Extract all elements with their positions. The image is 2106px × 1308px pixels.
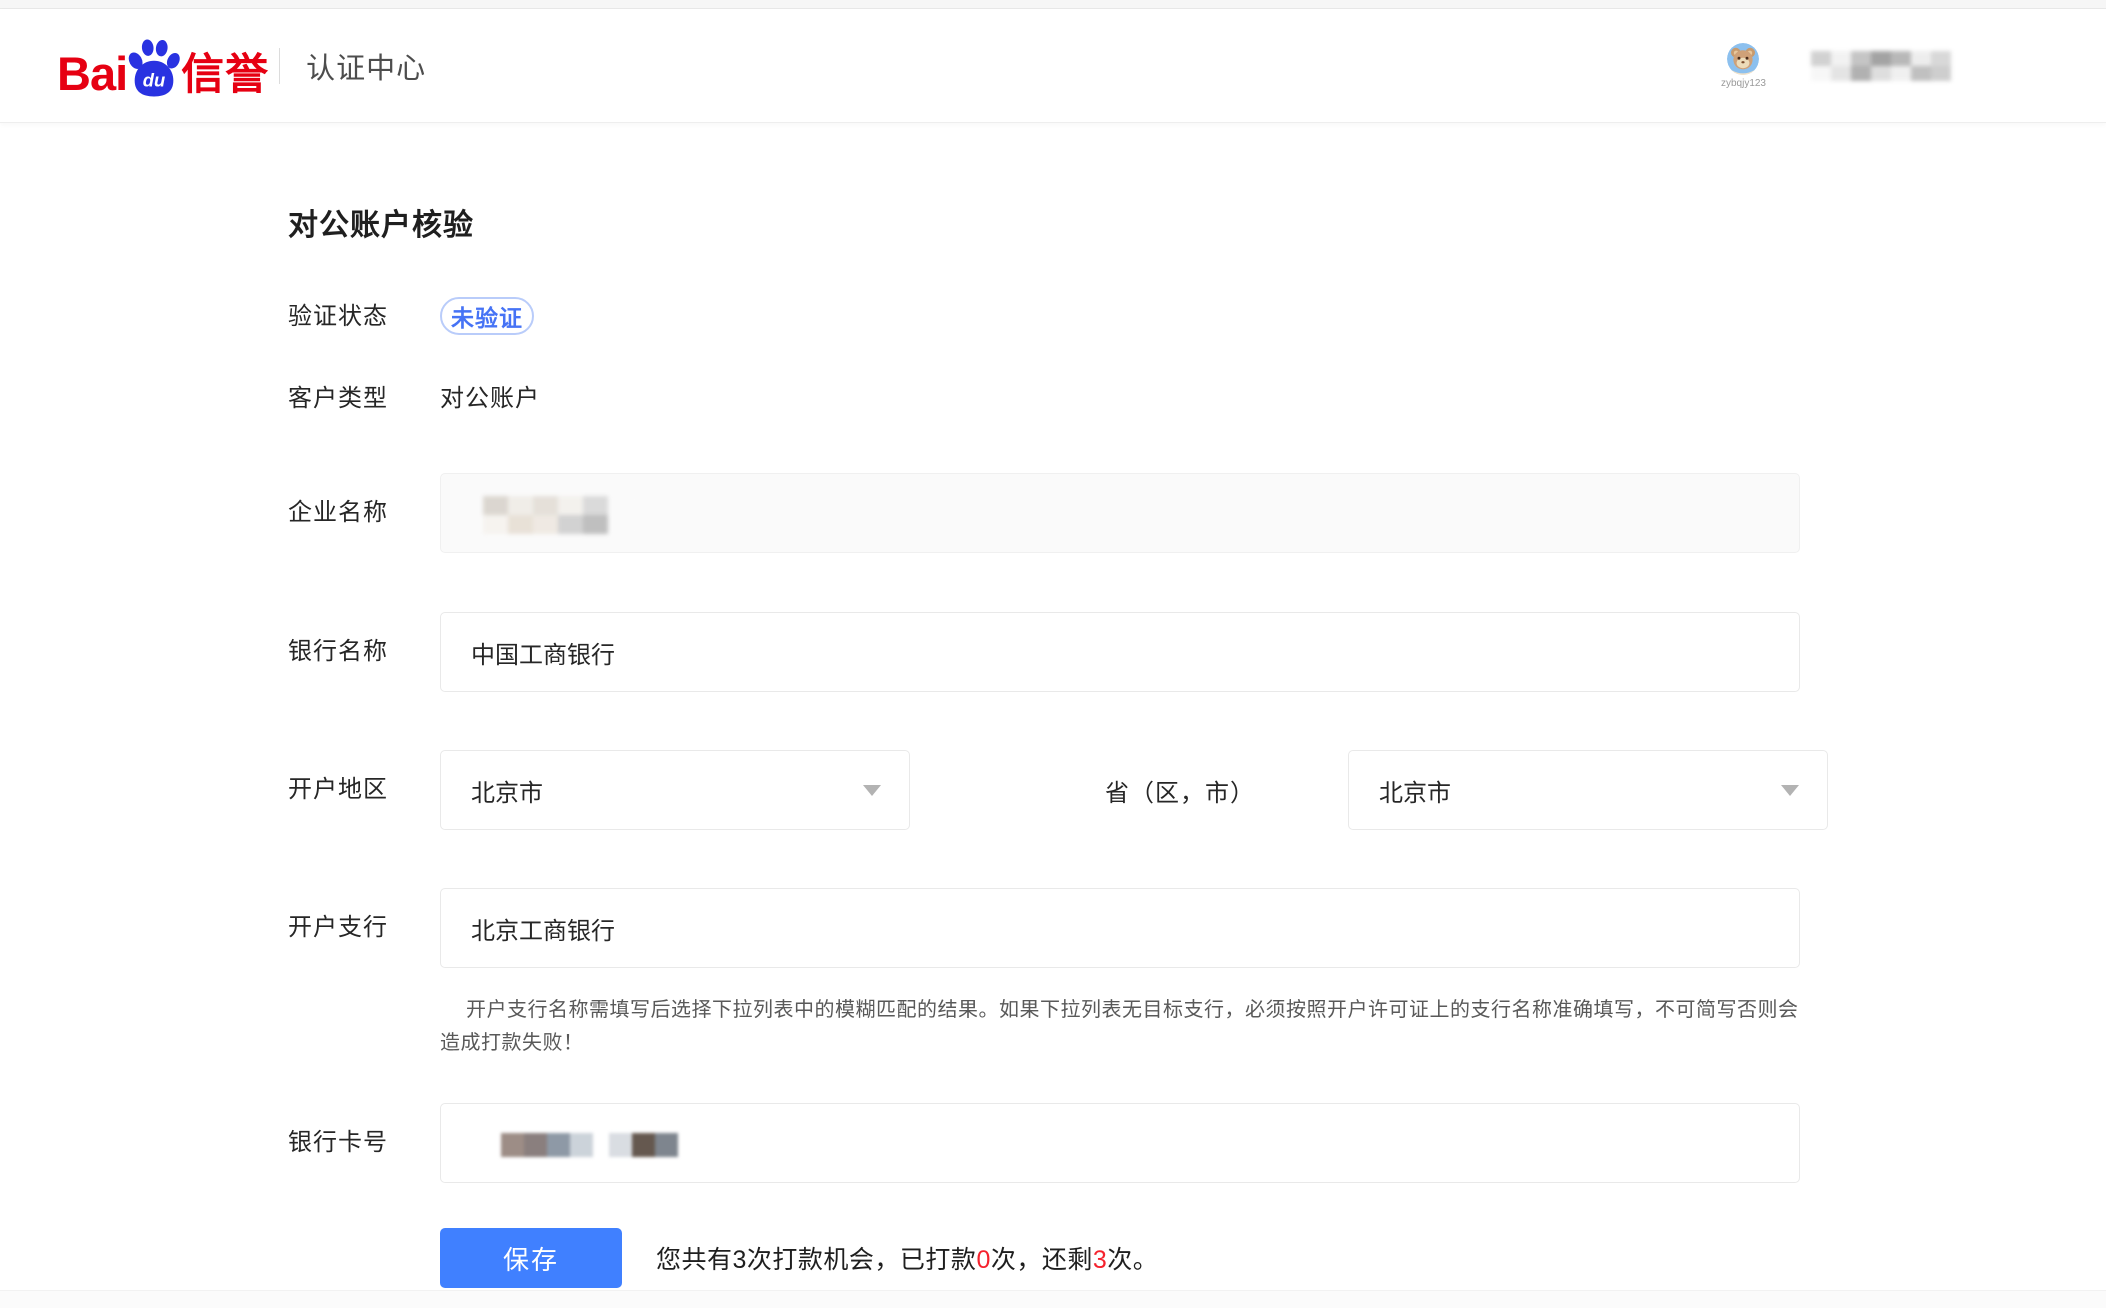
quota-text: 次打款机会，已打款	[747, 1246, 977, 1274]
chevron-down-icon	[863, 785, 881, 796]
row-card-number: 银行卡号	[288, 1103, 1800, 1183]
branch-input[interactable]	[440, 888, 1800, 968]
city-select-value: 北京市	[1379, 773, 1451, 808]
row-customer-type: 客户类型 对公账户	[288, 385, 1800, 413]
customer-type-label: 客户类型	[288, 385, 388, 413]
user-avatar[interactable]	[1727, 43, 1759, 75]
customer-type-value: 对公账户	[440, 385, 540, 412]
company-name-label: 企业名称	[288, 473, 388, 553]
province-select-value: 北京市	[471, 773, 543, 808]
quota-text: 次。	[1107, 1246, 1158, 1274]
quota-text: 您共有	[656, 1246, 733, 1274]
browser-top-strip	[0, 0, 2106, 9]
quota-text: 次，还剩	[991, 1246, 1093, 1274]
logo-text-xinyu: 信誉	[181, 54, 269, 97]
bank-name-input[interactable]	[440, 612, 1800, 692]
row-verify-status: 验证状态 未验证	[288, 297, 1800, 337]
city-select[interactable]: 北京市	[1348, 750, 1828, 830]
redacted-company-name	[483, 496, 633, 534]
header-title: 认证中心	[306, 45, 426, 87]
province-select[interactable]: 北京市	[440, 750, 910, 830]
avatar-username: zybqjy123	[1721, 78, 1766, 89]
quota-total: 3	[733, 1246, 747, 1274]
region-separator-label: 省（区，市）	[1105, 750, 1255, 830]
header-divider	[279, 48, 280, 84]
region-label: 开户地区	[288, 750, 388, 830]
bottom-strip	[0, 1290, 2106, 1308]
branch-label: 开户支行	[288, 888, 388, 968]
baidu-xinyu-logo[interactable]: Bai du 信誉	[57, 35, 269, 97]
save-button[interactable]: 保存	[440, 1228, 622, 1288]
redacted-account-name	[1811, 51, 1951, 81]
row-region: 开户地区 北京市 省（区，市） 北京市	[288, 750, 1800, 830]
app-header: Bai du 信誉 认证中心	[0, 9, 2106, 123]
page-title: 对公账户核验	[288, 200, 474, 244]
card-number-input[interactable]	[440, 1103, 1800, 1183]
quota-remaining: 3	[1093, 1246, 1107, 1274]
baidu-paw-icon: du	[125, 35, 183, 99]
row-branch: 开户支行	[288, 888, 1800, 968]
quota-used: 0	[976, 1246, 990, 1274]
bank-name-label: 银行名称	[288, 612, 388, 692]
card-number-label: 银行卡号	[288, 1103, 388, 1183]
verify-status-label: 验证状态	[288, 297, 388, 337]
row-bank-name: 银行名称	[288, 612, 1800, 692]
payment-quota-note: 您共有3次打款机会，已打款0次，还剩3次。	[656, 1240, 1158, 1276]
row-save: 保存 您共有3次打款机会，已打款0次，还剩3次。	[440, 1228, 1800, 1288]
status-badge: 未验证	[440, 297, 534, 335]
logo-text-bai: Bai	[57, 50, 127, 97]
company-name-field	[440, 473, 1800, 553]
row-company-name: 企业名称	[288, 473, 1800, 553]
main-content: 对公账户核验 验证状态 未验证 客户类型 对公账户 企业名称 银行名称	[288, 122, 1800, 1308]
redacted-card-number	[501, 1133, 678, 1157]
svg-text:du: du	[143, 69, 165, 90]
branch-help-text: 开户支行名称需填写后选择下拉列表中的模糊匹配的结果。如果下拉列表无目标支行，必须…	[440, 994, 1800, 1060]
chevron-down-icon	[1781, 785, 1799, 796]
